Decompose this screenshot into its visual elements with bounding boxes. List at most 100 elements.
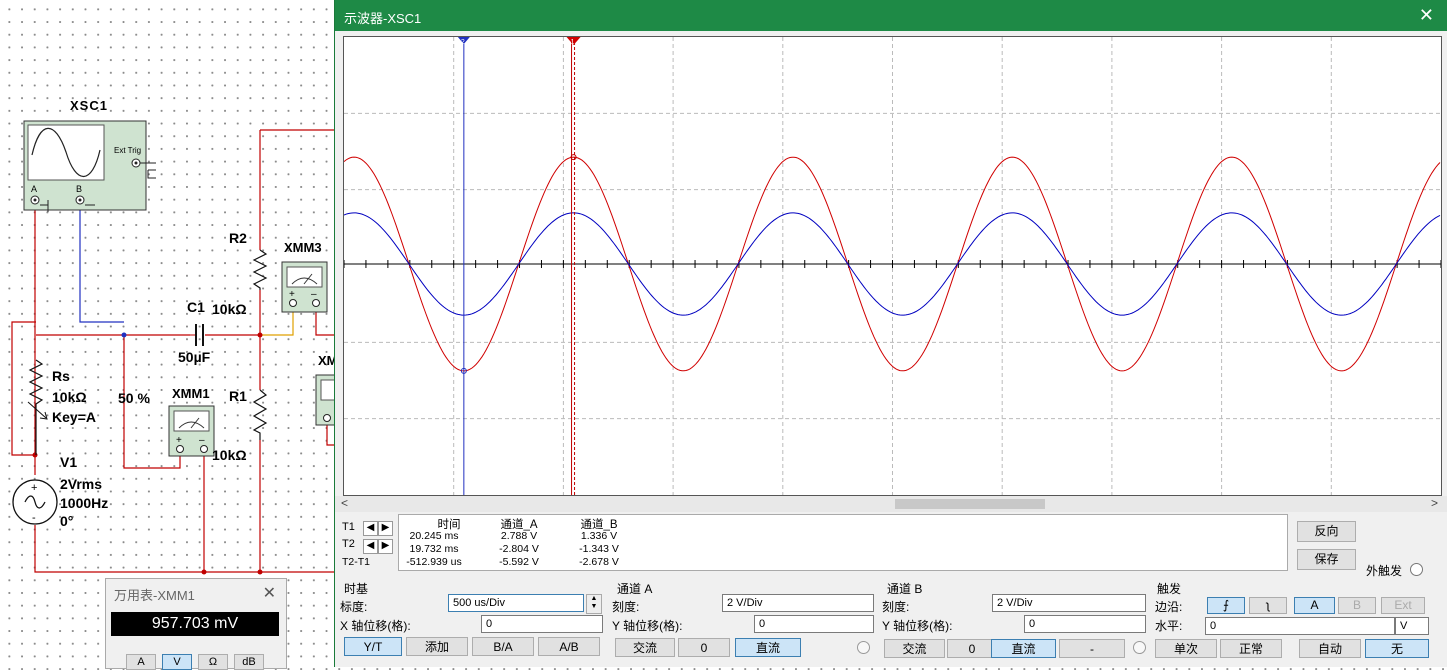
channel-b-ypos-input[interactable]: 0 xyxy=(1024,615,1146,633)
ba-button[interactable]: B/A xyxy=(472,637,534,656)
r1-name: R1 xyxy=(229,388,247,404)
oscilloscope-title: 示波器-XSC1 xyxy=(344,11,422,26)
channel-b-zero-button[interactable]: 0 xyxy=(947,639,997,658)
rising-edge-icon[interactable]: ⨍ xyxy=(1207,597,1245,614)
multimeter-voltmeter-button[interactable]: V xyxy=(162,654,192,670)
channel-b-ac-button[interactable]: 交流 xyxy=(884,639,945,658)
timebase-xpos-input[interactable]: 0 xyxy=(481,615,603,633)
channel-b-minus-button[interactable]: - xyxy=(1059,639,1125,658)
scrollbar-thumb[interactable] xyxy=(895,499,1045,509)
v1-amplitude: 2Vrms xyxy=(60,476,103,492)
scroll-left-icon[interactable]: < xyxy=(341,496,348,510)
svg-text:+: + xyxy=(176,435,182,446)
cursor-t1: 1 xyxy=(566,37,581,495)
horizontal-scrollbar[interactable]: < > xyxy=(335,496,1447,512)
close-icon[interactable]: ✕ xyxy=(263,583,276,603)
oscilloscope-screen[interactable]: 21 xyxy=(343,36,1442,496)
trigger-none-button[interactable]: 无 xyxy=(1365,639,1429,658)
junction-dot xyxy=(257,569,263,575)
ext-trigger-radio[interactable] xyxy=(1410,563,1423,576)
svg-text:2: 2 xyxy=(461,39,465,46)
t1-channel-b: 1.336 V xyxy=(580,530,618,542)
r2-name: R2 xyxy=(229,230,247,246)
multimeter-ammeter-button[interactable]: A xyxy=(126,654,156,670)
oscilloscope-window[interactable]: 示波器-XSC1 ✕ 21 < > T1 ◀ ▶ T2 ◀ ▶ T2-T1 时间… xyxy=(334,0,1447,667)
junction-dot xyxy=(121,332,127,338)
trigger-auto-button[interactable]: 自动 xyxy=(1299,639,1361,658)
channel-a-title: 通道 A xyxy=(617,582,653,596)
channel-b-ypos-label: Y 轴位移(格): xyxy=(882,619,953,633)
capacitor-c1 xyxy=(190,324,204,346)
multimeter-ohmmeter-button[interactable]: Ω xyxy=(198,654,228,670)
add-button[interactable]: 添加 xyxy=(406,637,468,656)
t1-right-arrow-icon[interactable]: ▶ xyxy=(378,521,393,536)
multimeter-xmm3: + – xyxy=(281,261,328,313)
trigger-level-input[interactable]: 0 xyxy=(1205,617,1395,635)
junction-dot xyxy=(32,452,38,458)
timebase-title: 时基 xyxy=(344,582,369,596)
t2-right-arrow-icon[interactable]: ▶ xyxy=(378,539,393,554)
channel-b-radio[interactable] xyxy=(1133,641,1146,654)
timebase-spinner-icon[interactable]: ▲ ▼ xyxy=(586,594,602,614)
multimeter-db-button[interactable]: dB xyxy=(234,654,264,670)
c1-name: C1 xyxy=(187,299,205,315)
potentiometer-rs xyxy=(27,359,48,455)
scroll-right-icon[interactable]: > xyxy=(1431,496,1438,510)
trigger-ext-button[interactable]: Ext xyxy=(1381,597,1425,614)
wire xyxy=(315,312,334,336)
svg-text:-: - xyxy=(32,512,36,524)
wire xyxy=(34,525,334,573)
channel-a-ypos-input[interactable]: 0 xyxy=(754,615,874,633)
c1-value: 50µF xyxy=(178,349,211,365)
channel-b-scale-input[interactable]: 2 V/Div xyxy=(992,594,1146,612)
channel-a-ac-button[interactable]: 交流 xyxy=(615,638,675,657)
cursor-t2: 2 xyxy=(457,37,470,495)
wire xyxy=(326,425,334,446)
reverse-button[interactable]: 反向 xyxy=(1297,521,1356,542)
trigger-level-unit[interactable]: V xyxy=(1395,617,1429,635)
rs-value: 10kΩ xyxy=(52,389,87,405)
rs-name: Rs xyxy=(52,368,70,384)
t2-t1-time: -512.939 us xyxy=(406,556,462,568)
xmm1-label: XMM1 xyxy=(172,386,210,401)
t2-channel-a: -2.804 V xyxy=(499,543,539,555)
save-button[interactable]: 保存 xyxy=(1297,549,1356,570)
multimeter-window[interactable]: 万用表-XMM1 ✕ 957.703 mV A V Ω dB xyxy=(105,578,287,670)
trigger-single-button[interactable]: 单次 xyxy=(1155,639,1217,658)
yt-button[interactable]: Y/T xyxy=(344,637,402,656)
t2-t1-label: T2-T1 xyxy=(342,556,371,568)
falling-edge-icon[interactable]: ʅ xyxy=(1249,597,1287,614)
trigger-level-label: 水平: xyxy=(1155,619,1183,633)
svg-text:–: – xyxy=(199,435,205,446)
channel-b-dc-button[interactable]: 直流 xyxy=(991,639,1056,658)
xsc1-label: XSC1 xyxy=(70,98,108,113)
svg-text:+: + xyxy=(289,289,295,300)
v1-frequency: 1000Hz xyxy=(60,495,109,511)
t2-left-arrow-icon[interactable]: ◀ xyxy=(363,539,378,554)
ab-button[interactable]: A/B xyxy=(538,637,600,656)
t2-time: 19.732 ms xyxy=(409,543,459,555)
channel-a-dc-button[interactable]: 直流 xyxy=(735,638,801,657)
svg-text:1: 1 xyxy=(571,39,575,46)
channel-a-radio[interactable] xyxy=(857,641,870,654)
close-icon[interactable]: ✕ xyxy=(1419,5,1434,26)
trigger-normal-button[interactable]: 正常 xyxy=(1220,639,1282,658)
t2-t1-channel-b: -2.678 V xyxy=(579,556,619,568)
t1-left-arrow-icon[interactable]: ◀ xyxy=(363,521,378,536)
rs-percent: 50 % xyxy=(118,390,150,406)
wire xyxy=(79,205,124,323)
t2-channel-b: -1.343 V xyxy=(579,543,619,555)
rs-key: Key=A xyxy=(52,409,96,425)
resistor-r2 xyxy=(252,249,268,290)
t2-t1-channel-a: -5.592 V xyxy=(499,556,539,568)
channel-a-zero-button[interactable]: 0 xyxy=(678,638,730,657)
channel-a-scale-input[interactable]: 2 V/Div xyxy=(722,594,874,612)
timebase-scale-input[interactable]: 500 us/Div xyxy=(448,594,584,612)
v1-phase: 0° xyxy=(60,513,74,529)
t2-label: T2 xyxy=(342,538,355,550)
schematic-canvas[interactable]: + - + – + – xyxy=(0,0,340,667)
trigger-a-button[interactable]: A xyxy=(1294,597,1335,614)
oscilloscope-title-bar[interactable]: 示波器-XSC1 ✕ xyxy=(335,0,1447,31)
trigger-b-button[interactable]: B xyxy=(1338,597,1376,614)
channel-b-title: 通道 B xyxy=(887,582,923,596)
